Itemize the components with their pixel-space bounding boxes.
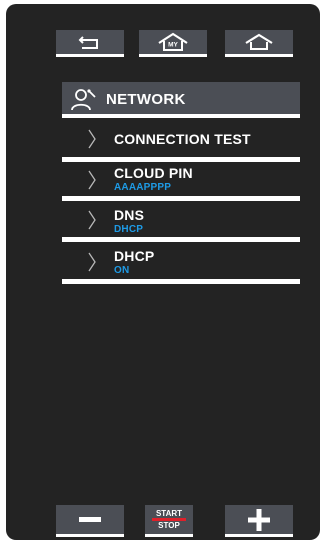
menu-item-label: DHCP [114, 248, 155, 264]
menu-item-dns[interactable]: DNS DHCP [62, 201, 300, 242]
menu-item-label: CONNECTION TEST [114, 131, 251, 147]
stop-label: STOP [158, 521, 180, 530]
menu-item-value: DHCP [114, 224, 144, 235]
plus-button[interactable] [225, 505, 293, 537]
start-label: START [155, 509, 183, 518]
device-panel: MY NETWORK CONNECTION TEST CLOUD PIN AAA… [6, 4, 320, 540]
minus-button[interactable] [56, 505, 124, 537]
chevron-right-icon [88, 129, 96, 149]
menu-item-cloud-pin[interactable]: CLOUD PIN AAAAPPPP [62, 162, 300, 201]
minus-icon [79, 516, 101, 522]
my-home-icon: MY [158, 32, 188, 51]
page-title: NETWORK [106, 91, 186, 108]
menu-item-label: DNS [114, 207, 145, 223]
my-home-button[interactable]: MY [139, 30, 207, 57]
back-arrow-icon [78, 36, 98, 49]
menu-item-connection-test[interactable]: CONNECTION TEST [62, 120, 300, 162]
back-button[interactable] [56, 30, 124, 57]
menu-item-label: CLOUD PIN [114, 165, 193, 181]
home-button[interactable] [225, 30, 293, 57]
menu-item-value: AAAAPPPP [114, 182, 172, 193]
chevron-right-icon [88, 170, 96, 190]
network-header: NETWORK [62, 82, 300, 118]
plus-icon [248, 508, 270, 531]
start-stop-button[interactable]: START STOP [145, 505, 193, 537]
user-settings-icon [71, 89, 96, 111]
menu-item-value: ON [114, 265, 130, 276]
home-icon [245, 33, 273, 50]
my-home-badge: MY [168, 42, 178, 49]
chevron-right-icon [88, 210, 96, 230]
menu-item-dhcp[interactable]: DHCP ON [62, 242, 300, 284]
chevron-right-icon [88, 252, 96, 272]
